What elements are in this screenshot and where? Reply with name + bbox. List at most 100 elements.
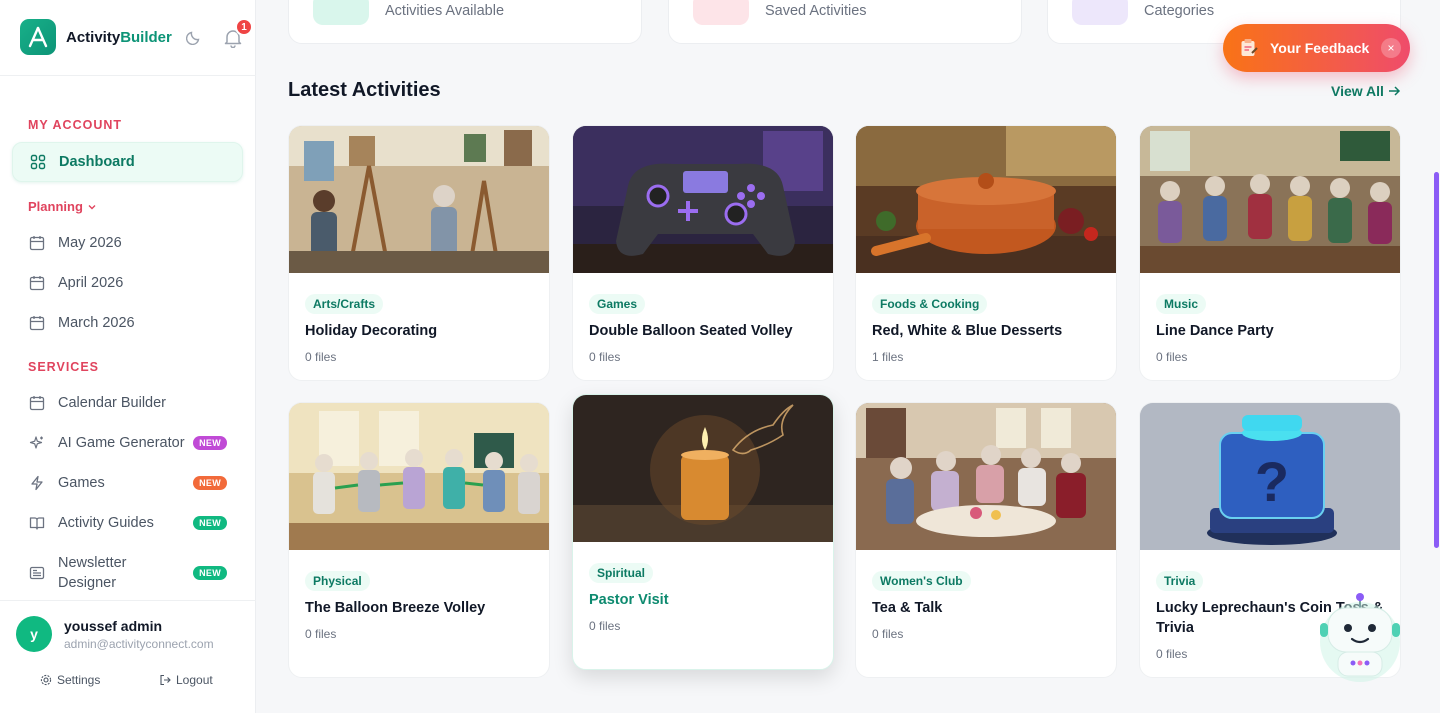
activity-title: Tea & Talk [872, 600, 943, 616]
category-tag: Foods & Cooking [872, 294, 988, 314]
sidebar-item-newsletter-designer[interactable]: Newsletter Designer NEW [12, 553, 243, 593]
user-name: youssef admin [64, 617, 163, 634]
sidebar-item-april-2026[interactable]: April 2026 [12, 263, 243, 303]
activity-card[interactable]: Spiritual Pastor Visit 0 files [572, 394, 834, 670]
sidebar-divider [0, 600, 256, 601]
grid-icon [29, 153, 47, 171]
sidebar-item-may-2026[interactable]: May 2026 [12, 223, 243, 263]
sidebar-divider [0, 75, 256, 76]
activity-card[interactable]: Arts/Crafts Holiday Decorating 0 files [288, 125, 550, 381]
activity-thumbnail [573, 395, 833, 542]
scrollbar[interactable] [1434, 172, 1439, 548]
sidebar-item-march-2026[interactable]: March 2026 [12, 303, 243, 343]
sidebar: ActivityBuilder 1 MY ACCOUNT Dashboard P… [0, 0, 256, 713]
activity-title: Holiday Decorating [305, 323, 438, 339]
book-icon [28, 514, 46, 532]
activity-card[interactable]: Physical The Balloon Breeze Volley 0 fil… [288, 402, 550, 678]
settings-link[interactable]: Settings [40, 673, 100, 687]
new-badge: NEW [193, 566, 227, 580]
logout-label: Logout [176, 673, 213, 687]
category-tag: Arts/Crafts [305, 294, 384, 314]
category-tag: Music [1156, 294, 1207, 314]
newspaper-icon [28, 564, 46, 582]
stat-label: Activities Available [385, 3, 505, 19]
activity-card[interactable]: Games Double Balloon Seated Volley 0 fil… [572, 125, 834, 381]
latest-activities-title: Latest Activities [288, 79, 441, 101]
sidebar-item-calendar-builder[interactable]: Calendar Builder [12, 383, 243, 423]
dark-mode-toggle-icon[interactable] [185, 29, 202, 50]
file-count: 0 files [589, 619, 621, 633]
activity-title: Pastor Visit [589, 592, 669, 608]
activities-icon [313, 0, 369, 25]
chevron-down-icon [88, 204, 96, 209]
activity-thumbnail [573, 126, 833, 273]
file-count: 1 files [872, 350, 904, 364]
sidebar-item-label: Dashboard [59, 154, 135, 170]
settings-label: Settings [57, 673, 101, 687]
sidebar-item-games[interactable]: Games NEW [12, 463, 243, 503]
logout-link[interactable]: Logout [159, 673, 213, 687]
app-logo [20, 19, 56, 55]
sparkles-icon [28, 434, 46, 452]
sidebar-item-activity-guides[interactable]: Activity Guides NEW [12, 503, 243, 543]
file-count: 0 files [872, 627, 904, 641]
activity-card[interactable]: Foods & Cooking Red, White & Blue Desser… [855, 125, 1117, 381]
gear-icon [40, 674, 52, 686]
new-badge: NEW [193, 436, 227, 450]
feedback-label: Your Feedback [1270, 40, 1370, 56]
sidebar-item-ai-game-generator[interactable]: AI Game Generator NEW [12, 423, 243, 463]
planning-label: Planning [28, 199, 83, 214]
my-account-heading: MY ACCOUNT [28, 118, 123, 132]
new-badge: NEW [193, 516, 227, 530]
stat-label: Saved Activities [765, 3, 867, 19]
brand[interactable]: ActivityBuilder [20, 19, 172, 55]
new-badge: NEW [193, 476, 227, 490]
sidebar-item-label: Calendar Builder [58, 395, 167, 411]
sidebar-item-dashboard[interactable]: Dashboard [12, 142, 243, 182]
svg-text:?: ? [1255, 450, 1289, 513]
user-profile[interactable]: y youssef admin admin@activityconnect.co… [16, 616, 214, 652]
view-all-link[interactable]: View All [1331, 83, 1401, 99]
calendar-icon [28, 394, 46, 412]
category-tag: Spiritual [589, 563, 654, 583]
activity-thumbnail: ? [1140, 403, 1400, 550]
activity-thumbnail [289, 403, 549, 550]
feedback-button[interactable]: Your Feedback × [1223, 24, 1410, 72]
calendar-icon [28, 314, 46, 332]
stat-card-activities[interactable]: Activities Available [288, 0, 642, 44]
calendar-icon [28, 234, 46, 252]
sidebar-item-label: Activity Guides [58, 515, 154, 531]
planning-toggle[interactable]: Planning [28, 199, 97, 214]
activity-card[interactable]: Music Line Dance Party 0 files [1139, 125, 1401, 381]
close-icon[interactable]: × [1381, 38, 1401, 58]
activity-thumbnail [289, 126, 549, 273]
lightning-icon [28, 474, 46, 492]
activity-title: Double Balloon Seated Volley [589, 323, 793, 339]
activity-title: Red, White & Blue Desserts [872, 323, 1063, 339]
services-heading: SERVICES [28, 360, 99, 374]
arrow-right-icon [1388, 86, 1400, 96]
activity-thumbnail [1140, 126, 1400, 273]
notification-count-badge: 1 [235, 18, 253, 36]
sidebar-item-label: Games [58, 475, 105, 491]
category-tag: Women's Club [872, 571, 971, 591]
heart-icon [693, 0, 749, 25]
activity-card[interactable]: Women's Club Tea & Talk 0 files [855, 402, 1117, 678]
activity-title: The Balloon Breeze Volley [305, 600, 486, 616]
file-count: 0 files [305, 627, 337, 641]
sidebar-item-label: Newsletter Designer [58, 555, 127, 591]
sidebar-item-label: May 2026 [58, 235, 122, 251]
stat-card-saved[interactable]: Saved Activities [668, 0, 1022, 44]
clipboard-icon [1241, 39, 1258, 56]
brand-name: ActivityBuilder [66, 28, 172, 46]
user-email: admin@activityconnect.com [64, 636, 214, 651]
chat-assistant-robot-icon[interactable] [1318, 590, 1402, 686]
activity-thumbnail [856, 403, 1116, 550]
stat-label: Categories [1144, 3, 1215, 19]
file-count: 0 files [589, 350, 621, 364]
view-all-label: View All [1331, 83, 1384, 99]
activity-title: Line Dance Party [1156, 323, 1274, 339]
sidebar-item-label: AI Game Generator [58, 435, 185, 451]
activity-thumbnail [856, 126, 1116, 273]
file-count: 0 files [305, 350, 337, 364]
